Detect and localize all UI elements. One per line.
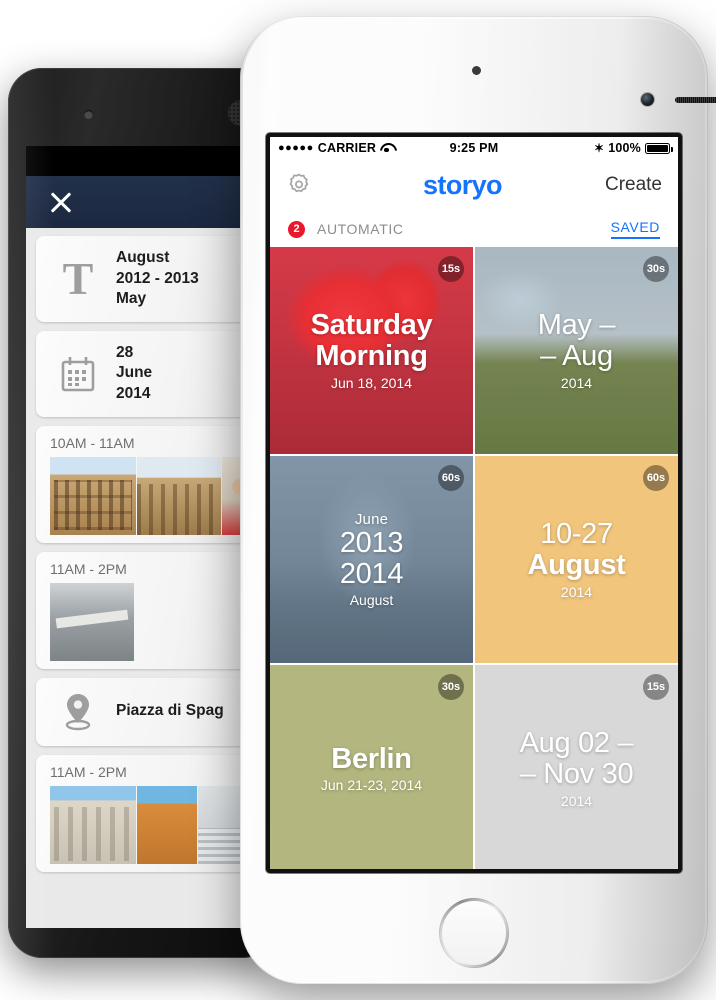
list-item[interactable]: Piazza di Spag <box>36 677 266 746</box>
story-tile-aug-02-nov-30[interactable]: Aug 02 – – Nov 30 2014 15s <box>475 665 678 869</box>
list-item-line: June <box>116 364 153 382</box>
android-app-header <box>26 176 266 228</box>
battery-icon <box>645 142 673 154</box>
story-title-line2: August <box>527 549 626 581</box>
duration-badge: 30s <box>438 674 464 700</box>
time-range-label: 11AM - 2PM <box>50 763 127 780</box>
story-title-line2: Morning <box>315 340 428 372</box>
wifi-icon <box>380 143 393 153</box>
carrier-label: CARRIER <box>317 141 377 155</box>
list-item-line: August <box>116 249 170 266</box>
proximity-sensor-icon <box>472 66 481 75</box>
home-button[interactable] <box>439 898 509 968</box>
photo-thumbnail[interactable] <box>50 456 136 535</box>
story-subtitle: Jun 18, 2014 <box>331 374 412 391</box>
list-item-label: August 2012 - 2013 May <box>116 248 199 310</box>
duration-badge: 30s <box>643 256 669 282</box>
photo-thumbnail[interactable] <box>137 456 221 535</box>
story-title-line1: Berlin <box>331 742 412 775</box>
calendar-icon <box>40 354 116 394</box>
list-item-line: Piazza di Spag <box>116 702 224 720</box>
story-subtitle: August <box>349 592 394 609</box>
list-item-line: 2014 <box>116 385 151 403</box>
tab-automatic-label: AUTOMATIC <box>317 221 404 237</box>
text-T-icon: T <box>62 252 94 304</box>
photo-thumbnail-strip[interactable] <box>36 456 266 535</box>
photo-thumbnail[interactable] <box>137 785 197 864</box>
app-navigation-bar: storyo Create <box>270 159 678 211</box>
list-item[interactable]: T August 2012 - 2013 May <box>36 236 266 322</box>
list-item-label: 28 June 2014 <box>116 343 152 405</box>
android-front-camera-icon <box>84 110 93 119</box>
list-item-line: 2012 - 2013 <box>116 269 199 287</box>
tab-saved-label: SAVED <box>610 219 660 239</box>
duration-badge: 60s <box>643 465 669 491</box>
photo-thumbnail-strip[interactable] <box>36 785 266 864</box>
gear-icon <box>289 173 309 193</box>
android-screen: T August 2012 - 2013 May 28 June 2014 10… <box>26 146 266 928</box>
tab-bar: 2 AUTOMATIC SAVED <box>270 211 678 247</box>
story-subtitle: Jun 21-23, 2014 <box>320 777 423 794</box>
photo-thumbnail[interactable] <box>50 582 134 661</box>
ios-status-bar: ●●●●● CARRIER 9:25 PM ✶ 100% <box>270 137 678 159</box>
time-range-label: 10AM - 11AM <box>50 434 135 451</box>
list-item[interactable]: 10AM - 11AM <box>36 425 266 543</box>
front-camera-icon <box>641 93 654 106</box>
story-subtitle: 2014 <box>560 583 593 600</box>
tab-automatic[interactable]: 2 AUTOMATIC <box>288 220 474 238</box>
duration-badge: 60s <box>438 465 464 491</box>
list-item-line: 28 <box>116 343 134 361</box>
story-tile-may-aug[interactable]: May – – Aug 2014 30s <box>475 247 678 454</box>
close-icon[interactable] <box>48 189 74 215</box>
duration-badge: 15s <box>643 674 669 700</box>
settings-button[interactable] <box>286 172 320 198</box>
status-badge: 2 <box>288 220 305 238</box>
story-tile-berlin[interactable]: Berlin Jun 21-23, 2014 30s <box>270 665 473 869</box>
clock-label: 9:25 PM <box>449 141 499 155</box>
list-item[interactable]: 28 June 2014 <box>36 330 266 417</box>
list-item[interactable]: 11AM - 2PM <box>36 754 266 872</box>
story-pretitle: June <box>354 510 389 528</box>
battery-percent-label: 100% <box>608 141 641 155</box>
story-title-line1: Saturday <box>310 309 433 342</box>
iphone-device: ●●●●● CARRIER 9:25 PM ✶ 100% storyo Crea… <box>240 16 716 984</box>
android-status-bar <box>26 146 266 176</box>
story-title-line1: Aug 02 – <box>519 727 634 760</box>
story-subtitle: 2014 <box>560 792 593 809</box>
signal-strength-icon: ●●●●● <box>278 142 314 154</box>
story-title-line2: – Nov 30 <box>519 758 634 790</box>
story-tile-saturday-morning[interactable]: Saturday Morning Jun 18, 2014 15s <box>270 247 473 454</box>
android-timeline-list[interactable]: T August 2012 - 2013 May 28 June 2014 10… <box>26 228 266 928</box>
story-grid: Saturday Morning Jun 18, 2014 15s May – … <box>270 247 678 869</box>
photo-thumbnail[interactable] <box>50 785 136 864</box>
list-item-label: Piazza di Spag <box>116 701 224 722</box>
story-title-line1: May – <box>537 309 616 342</box>
create-button[interactable]: Create <box>605 174 662 196</box>
story-title-line1: 2013 <box>339 526 404 559</box>
screenshot-stage: T August 2012 - 2013 May 28 June 2014 10… <box>0 0 716 1000</box>
story-title-line2: – Aug <box>540 340 613 372</box>
time-range-label: 11AM - 2PM <box>50 560 127 577</box>
android-phone-device: T August 2012 - 2013 May 28 June 2014 10… <box>8 68 266 958</box>
story-title-line2: 2014 <box>339 557 404 590</box>
earpiece-speaker-icon <box>675 97 716 103</box>
duration-badge: 15s <box>438 256 464 282</box>
location-pin-icon <box>40 690 116 734</box>
story-subtitle: 2014 <box>560 374 593 391</box>
app-logo-label: storyo <box>423 169 503 200</box>
bluetooth-icon: ✶ <box>593 141 605 155</box>
list-item-line: May <box>116 290 147 308</box>
tab-saved[interactable]: SAVED <box>474 219 660 239</box>
story-tile-10-27-august[interactable]: 10-27 August 2014 60s <box>475 456 678 663</box>
story-title-line1: 10-27 <box>540 518 613 551</box>
iphone-screen: ●●●●● CARRIER 9:25 PM ✶ 100% storyo Crea… <box>270 137 678 869</box>
photo-thumbnail-strip[interactable] <box>36 582 266 661</box>
iphone-bezel: ●●●●● CARRIER 9:25 PM ✶ 100% storyo Crea… <box>266 133 682 873</box>
story-tile-june-2013-2014-august[interactable]: June 2013 2014 August 60s <box>270 456 473 663</box>
list-item[interactable]: 11AM - 2PM <box>36 551 266 669</box>
app-logo: storyo <box>320 170 605 201</box>
